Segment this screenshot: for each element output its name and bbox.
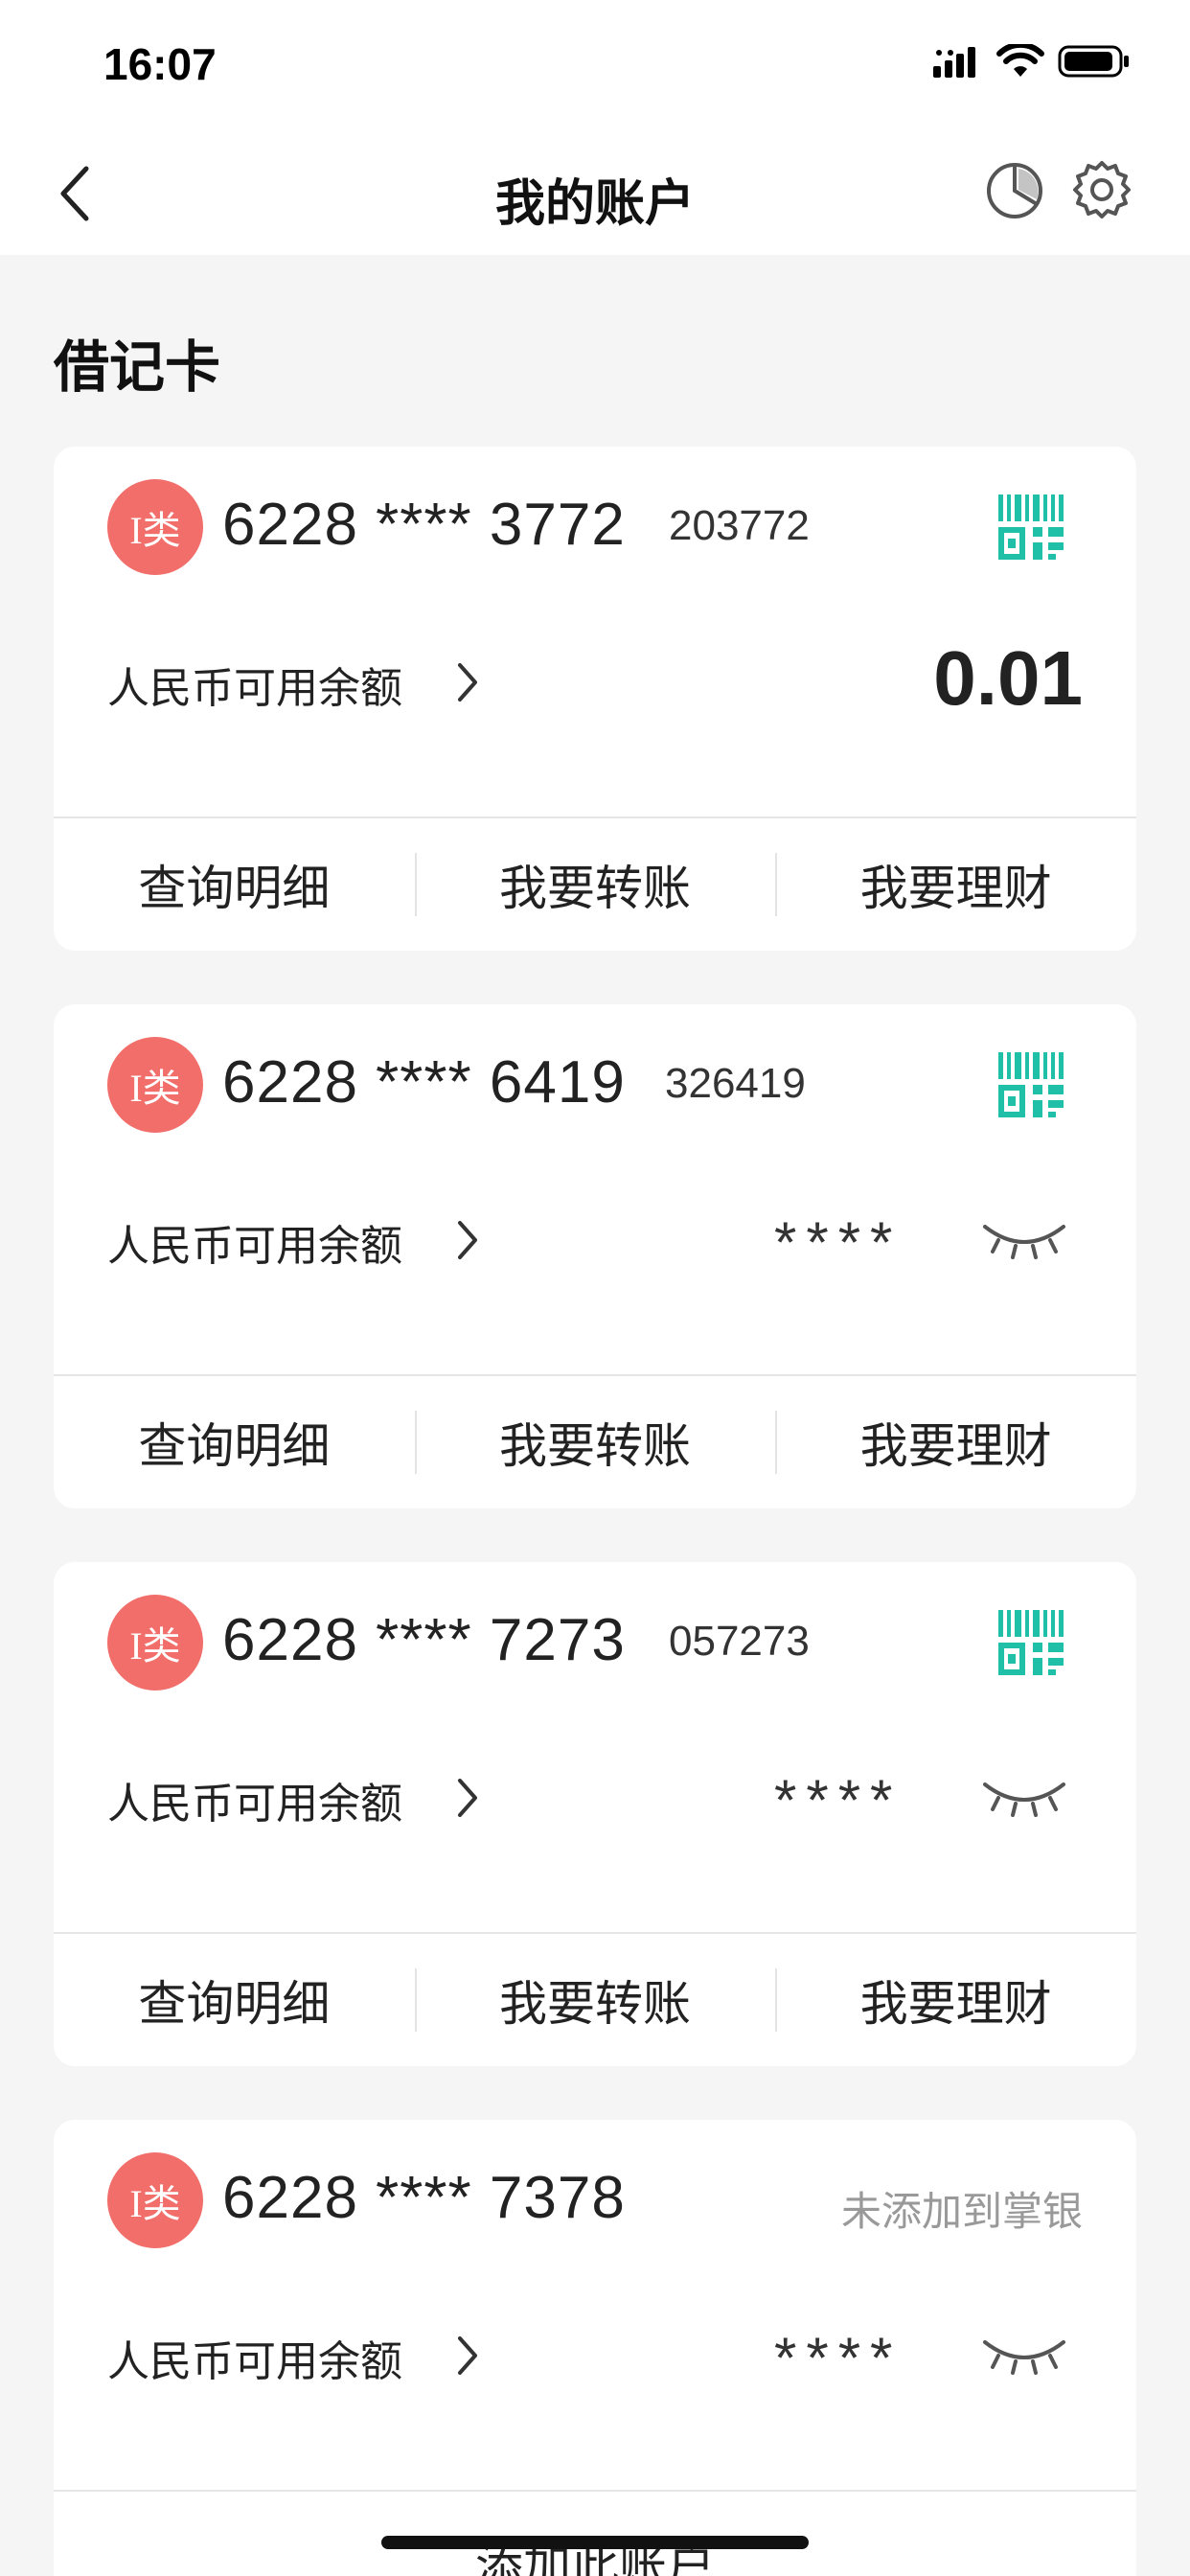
- account-card: I类 6228 **** 7273 057273 人民币可用余额 **** 查询…: [54, 1562, 1136, 2066]
- chevron-right-icon[interactable]: [454, 1217, 481, 1263]
- account-card: I类 6228 **** 3772 203772 人民币可用余额 0.01 查询…: [54, 447, 1136, 951]
- balance-label: 人民币可用余额: [107, 2337, 402, 2386]
- query-details-button[interactable]: 查询明细: [54, 1934, 415, 2066]
- balance-masked: ****: [774, 1210, 903, 1275]
- card-header: I类 6228 **** 6419 326419 人民币可用余额 ****: [54, 1004, 1136, 1376]
- card-number: 6228 **** 6419: [222, 1049, 626, 1116]
- card-header: I类 6228 **** 3772 203772 人民币可用余额 0.01: [54, 447, 1136, 818]
- battery-icon: [1058, 45, 1129, 78]
- transfer-button[interactable]: 我要转账: [414, 1934, 776, 2066]
- status-time: 16:07: [103, 39, 217, 89]
- signal-icon: [933, 47, 975, 78]
- account-card: I类 6228 **** 6419 326419 人民币可用余额 **** 查询…: [54, 1004, 1136, 1508]
- card-actions: 查询明细 我要转账 我要理财: [54, 818, 1136, 951]
- card-header: I类 6228 **** 7273 057273 人民币可用余额 ****: [54, 1562, 1136, 1934]
- eye-closed-icon[interactable]: [981, 1219, 1067, 1261]
- card-number: 6228 **** 7273: [222, 1607, 626, 1673]
- balance-value: 0.01: [933, 635, 1083, 721]
- wealth-button[interactable]: 我要理财: [775, 1934, 1136, 2066]
- qr-code-icon[interactable]: [998, 494, 1064, 560]
- home-indicator: [381, 2536, 809, 2549]
- chevron-right-icon[interactable]: [454, 1775, 481, 1821]
- balance-masked: ****: [774, 1768, 903, 1832]
- qr-code-icon[interactable]: [998, 1052, 1064, 1117]
- transfer-button[interactable]: 我要转账: [414, 818, 776, 951]
- card-actions: 查询明细 我要转账 我要理财: [54, 1934, 1136, 2066]
- card-tail-number: 326419: [665, 1060, 806, 1107]
- account-type-badge: I类: [107, 1595, 203, 1690]
- account-type-badge: I类: [107, 2152, 203, 2248]
- chevron-right-icon[interactable]: [454, 2333, 481, 2379]
- card-actions: 查询明细 我要转账 我要理财: [54, 1376, 1136, 1508]
- status-icons: [933, 44, 1131, 79]
- account-type-badge: I类: [107, 479, 203, 575]
- balance-label: 人民币可用余额: [107, 1222, 402, 1271]
- wealth-button[interactable]: 我要理财: [775, 818, 1136, 951]
- balance-label: 人民币可用余额: [107, 1780, 402, 1828]
- query-details-button[interactable]: 查询明细: [54, 818, 415, 951]
- balance-masked: ****: [774, 2326, 903, 2390]
- nav-bar: 我的账户: [0, 134, 1190, 255]
- eye-closed-icon[interactable]: [981, 2334, 1067, 2377]
- card-number: 6228 **** 7378: [222, 2165, 626, 2231]
- section-title: 借记卡: [54, 334, 221, 400]
- card-tail-number: 057273: [669, 1618, 810, 1665]
- card-number: 6228 **** 3772: [222, 492, 626, 558]
- status-label: 未添加到掌银: [840, 2188, 1083, 2235]
- wifi-icon: [996, 44, 1044, 77]
- pie-chart-icon[interactable]: [985, 161, 1044, 220]
- query-details-button[interactable]: 查询明细: [54, 1376, 415, 1508]
- transfer-button[interactable]: 我要转账: [414, 1376, 776, 1508]
- qr-code-icon[interactable]: [998, 1610, 1064, 1675]
- chevron-right-icon[interactable]: [454, 659, 481, 705]
- balance-label: 人民币可用余额: [107, 664, 402, 713]
- status-bar: 16:07: [0, 0, 1190, 134]
- eye-closed-icon[interactable]: [981, 1777, 1067, 1819]
- account-card: I类 6228 **** 7378 未添加到掌银 人民币可用余额 ****: [54, 2120, 1136, 2576]
- wealth-button[interactable]: 我要理财: [775, 1376, 1136, 1508]
- gear-icon[interactable]: [1071, 159, 1133, 220]
- card-tail-number: 203772: [669, 502, 810, 549]
- card-header: I类 6228 **** 7378 未添加到掌银 人民币可用余额 ****: [54, 2120, 1136, 2492]
- account-type-badge: I类: [107, 1037, 203, 1133]
